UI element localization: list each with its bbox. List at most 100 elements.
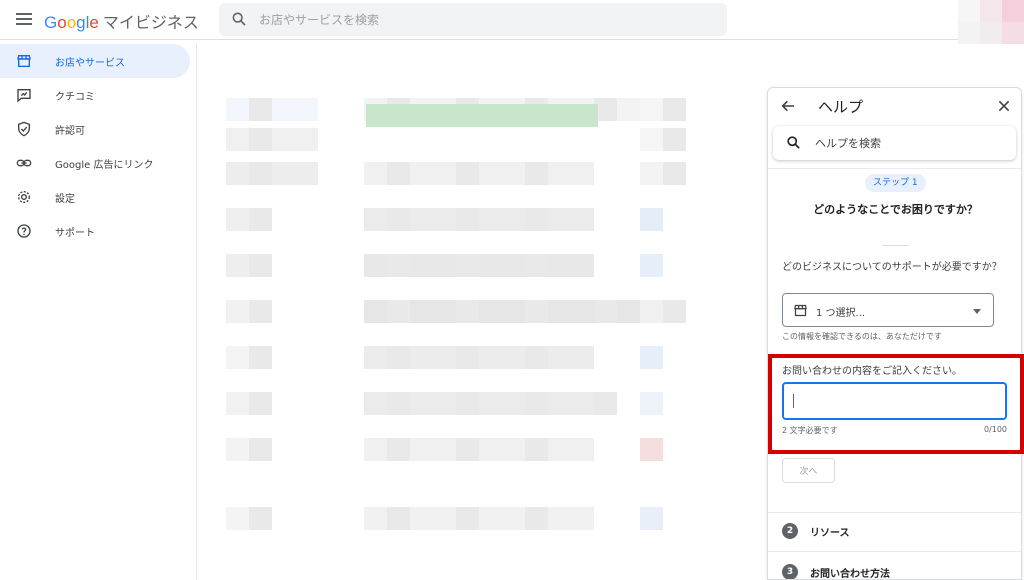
business-search[interactable] — [219, 3, 727, 36]
sidebar-item-ads-link[interactable]: Google 広告にリンク — [0, 146, 196, 180]
blur-block — [364, 392, 387, 415]
blur-block — [226, 507, 249, 530]
help-title: ヘルプ — [818, 98, 864, 116]
menu-icon[interactable] — [14, 10, 34, 30]
blur-block — [433, 507, 456, 530]
inquiry-input[interactable] — [782, 382, 1007, 420]
blur-block — [410, 438, 433, 461]
blur-block — [571, 346, 594, 369]
blur-block — [479, 392, 502, 415]
blur-block — [594, 300, 617, 323]
help-circle-icon — [15, 222, 33, 240]
blur-block — [456, 300, 479, 323]
divider — [882, 245, 908, 246]
blur-block — [640, 97, 663, 121]
blur-block — [456, 254, 479, 277]
help-panel: ヘルプ ステップ 1 どのようなことでお困りですか？ どのビジネスについてのサポ… — [767, 87, 1022, 580]
blur-block — [640, 127, 663, 151]
sidebar-item-reviews[interactable]: クチコミ — [0, 78, 196, 112]
blur-block — [479, 438, 502, 461]
divider — [768, 168, 1021, 169]
char-hint: 2 文字必要です — [782, 426, 838, 435]
blur-block — [502, 254, 525, 277]
step-number-badge: 2 — [782, 523, 798, 539]
blur-block — [571, 438, 594, 461]
blur-block — [410, 300, 433, 323]
avatar[interactable] — [958, 0, 1024, 44]
blur-block — [249, 127, 272, 151]
blur-block — [456, 438, 479, 461]
blur-block — [410, 208, 433, 231]
blur-block — [548, 162, 571, 185]
blur-block — [571, 254, 594, 277]
business-select[interactable]: 1 つ選択... — [782, 293, 994, 327]
blur-block — [433, 438, 456, 461]
step-item-contact[interactable]: 3 お問い合わせ方法 — [782, 562, 890, 580]
blur-block — [295, 97, 318, 121]
blur-block — [249, 392, 272, 415]
blur-block — [433, 300, 456, 323]
blur-block — [663, 97, 686, 121]
step-number-badge: 3 — [782, 564, 798, 579]
help-search-input[interactable] — [815, 134, 1005, 152]
blur-block — [249, 438, 272, 461]
business-question-label: どのビジネスについてのサポートが必要ですか？ — [782, 262, 1002, 273]
blur-block — [571, 507, 594, 530]
help-search[interactable] — [773, 126, 1016, 160]
blur-block — [249, 507, 272, 530]
sidebar-item-locations[interactable]: お店やサービス — [0, 44, 190, 78]
blur-block — [387, 392, 410, 415]
blur-block — [525, 300, 548, 323]
blur-block — [525, 438, 548, 461]
blur-block — [571, 300, 594, 323]
sidebar-item-support[interactable]: サポート — [0, 214, 196, 248]
blur-block — [226, 346, 249, 369]
blur-block — [502, 507, 525, 530]
blur-block — [594, 392, 617, 415]
step-label: リソース — [810, 527, 850, 539]
verified-shield-icon — [15, 120, 33, 138]
app-logo[interactable]: Google マイビジネス — [44, 9, 199, 33]
blur-block — [525, 392, 548, 415]
product-name: マイビジネス — [102, 15, 199, 32]
blur-block — [272, 97, 295, 121]
blur-block — [433, 208, 456, 231]
close-icon[interactable] — [997, 99, 1011, 113]
blur-block — [640, 300, 663, 323]
sidebar-item-label: お店やサービス — [55, 57, 125, 69]
blur-block — [479, 507, 502, 530]
blur-block — [548, 392, 571, 415]
blur-block — [387, 507, 410, 530]
sidebar-item-settings[interactable]: 設定 — [0, 180, 196, 214]
chevron-down-icon — [973, 309, 981, 314]
blur-block — [249, 300, 272, 323]
search-input[interactable] — [259, 9, 709, 31]
sidebar-item-label: 設定 — [55, 193, 75, 205]
blur-block — [640, 254, 663, 277]
blur-block — [456, 507, 479, 530]
blur-block — [410, 392, 433, 415]
search-icon — [787, 136, 800, 149]
back-arrow-icon[interactable] — [780, 98, 796, 114]
blur-block — [364, 254, 387, 277]
next-button[interactable]: 次へ — [782, 458, 835, 483]
step-label: お問い合わせ方法 — [810, 568, 890, 580]
step-question: どのようなことでお困りですか？ — [813, 203, 978, 216]
sidebar-item-licenses[interactable]: 許認可 — [0, 112, 196, 146]
blur-block — [525, 254, 548, 277]
blur-block — [226, 97, 249, 121]
blur-block — [502, 162, 525, 185]
blur-block — [525, 507, 548, 530]
blur-block — [387, 208, 410, 231]
blur-block — [387, 346, 410, 369]
step-item-resources[interactable]: 2 リソース — [782, 521, 850, 541]
blur-block — [548, 507, 571, 530]
blur-block — [548, 254, 571, 277]
blur-block — [525, 162, 548, 185]
blur-block — [663, 162, 686, 185]
blur-block — [479, 208, 502, 231]
blur-block — [249, 254, 272, 277]
sidebar-item-label: クチコミ — [55, 91, 95, 103]
blur-block — [433, 254, 456, 277]
sidebar-item-label: 許認可 — [55, 125, 85, 137]
